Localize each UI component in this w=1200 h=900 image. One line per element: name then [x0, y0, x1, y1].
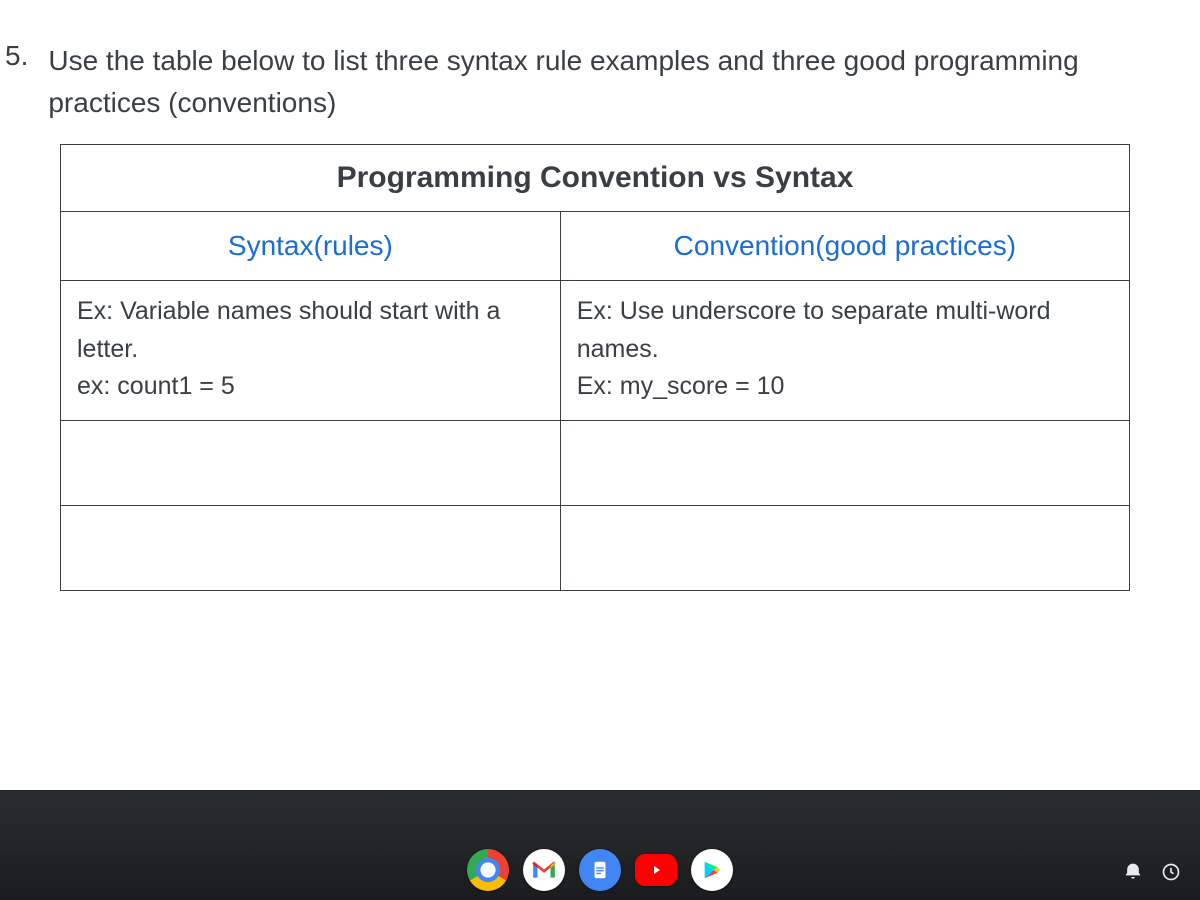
convention-example-line2: Ex: my_score = 10 — [577, 368, 1113, 406]
clock-icon[interactable] — [1157, 858, 1185, 886]
notification-icon[interactable] — [1119, 858, 1147, 886]
table-example-row: Ex: Variable names should start with a l… — [61, 281, 1130, 421]
table-empty-row-1 — [61, 421, 1130, 506]
gmail-icon[interactable] — [523, 849, 565, 891]
table-title-row: Programming Convention vs Syntax — [61, 145, 1130, 212]
youtube-glyph-icon — [648, 862, 664, 878]
document-viewport: 5. Use the table below to list three syn… — [0, 0, 1200, 790]
question-text: Use the table below to list three syntax… — [48, 40, 1140, 124]
syntax-example-cell: Ex: Variable names should start with a l… — [61, 281, 561, 421]
docs-icon[interactable] — [579, 849, 621, 891]
taskbar — [0, 840, 1200, 900]
question-row: 5. Use the table below to list three syn… — [0, 40, 1170, 124]
status-tray[interactable] — [1119, 858, 1185, 886]
syntax-convention-table: Programming Convention vs Syntax Syntax(… — [60, 144, 1130, 591]
convention-example-line1: Ex: Use underscore to separate multi-wor… — [577, 293, 1113, 368]
table-empty-row-2 — [61, 506, 1130, 591]
syntax-input-cell-2[interactable] — [61, 506, 561, 591]
chrome-icon[interactable] — [467, 849, 509, 891]
syntax-convention-table-container: Programming Convention vs Syntax Syntax(… — [60, 144, 1130, 591]
header-syntax: Syntax(rules) — [61, 212, 561, 281]
play-store-icon[interactable] — [691, 849, 733, 891]
table-header-row: Syntax(rules) Convention(good practices) — [61, 212, 1130, 281]
convention-input-cell-1[interactable] — [560, 421, 1129, 506]
syntax-example-line2: ex: count1 = 5 — [77, 368, 544, 406]
syntax-example-line1: Ex: Variable names should start with a l… — [77, 293, 544, 368]
question-number: 5. — [0, 40, 48, 72]
table-title: Programming Convention vs Syntax — [61, 145, 1130, 212]
convention-example-cell: Ex: Use underscore to separate multi-wor… — [560, 281, 1129, 421]
play-glyph-icon — [701, 859, 723, 881]
youtube-icon[interactable] — [635, 854, 677, 886]
header-convention: Convention(good practices) — [560, 212, 1129, 281]
syntax-input-cell-1[interactable] — [61, 421, 561, 506]
gmail-glyph-icon — [531, 860, 557, 880]
docs-glyph-icon — [589, 859, 611, 881]
convention-input-cell-2[interactable] — [560, 506, 1129, 591]
